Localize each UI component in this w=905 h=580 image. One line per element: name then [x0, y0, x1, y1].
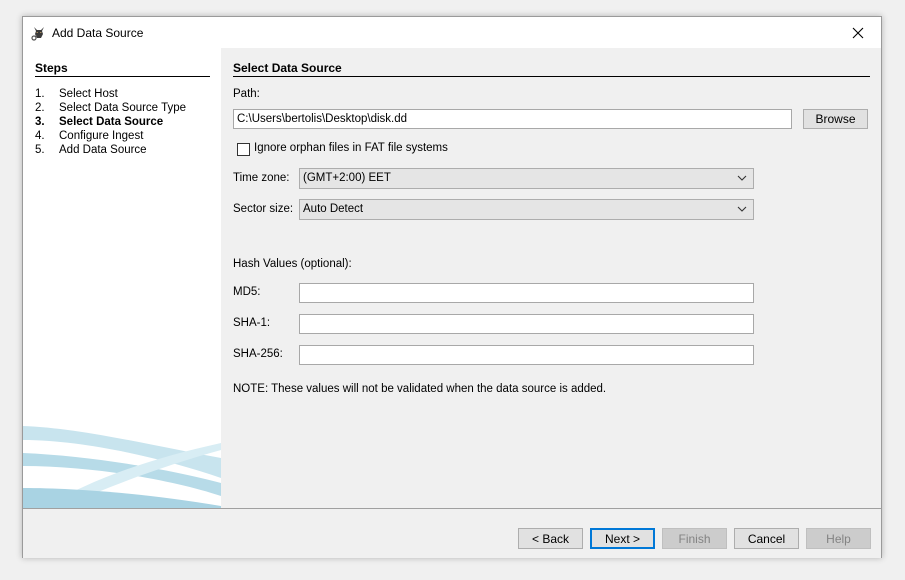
timezone-value: (GMT+2:00) EET [303, 172, 391, 184]
step-label: Select Host [59, 88, 118, 100]
chevron-down-icon [737, 175, 747, 181]
add-data-source-dialog: Add Data Source Steps 1. Select Host 2. Se… [22, 16, 882, 558]
steps-panel: Steps 1. Select Host 2. Select Data Source… [23, 48, 221, 508]
sector-size-select[interactable]: Auto Detect [299, 199, 754, 220]
close-icon [852, 27, 864, 38]
sha256-input[interactable] [299, 345, 754, 365]
steps-list: 1. Select Host 2. Select Data Source Type … [35, 87, 186, 157]
step-number: 1. [35, 88, 45, 100]
step-label: Select Data Source [59, 116, 164, 128]
step-number: 4. [35, 130, 45, 142]
step-label: Configure Ingest [59, 130, 144, 142]
dialog-title: Add Data Source [52, 26, 144, 40]
steps-heading: Steps [35, 61, 210, 77]
back-button[interactable]: < Back [518, 528, 583, 549]
title-bar: Add Data Source [23, 17, 881, 48]
ignore-orphan-label: Ignore orphan files in FAT file systems [254, 142, 448, 154]
browse-label: Browse [815, 112, 856, 126]
path-input[interactable]: C:\Users\bertolis\Desktop\disk.dd [233, 109, 792, 129]
step-number: 3. [35, 116, 45, 128]
sector-size-label: Sector size: [233, 203, 294, 215]
wizard-footer: < Back Next > Finish Cancel Help [23, 508, 881, 558]
timezone-label: Time zone: [233, 172, 290, 184]
cancel-button[interactable]: Cancel [734, 528, 799, 549]
step-select-data-source: 3. Select Data Source [35, 115, 186, 129]
step-label: Add Data Source [59, 144, 147, 156]
sha1-label: SHA-1: [233, 317, 271, 329]
help-button[interactable]: Help [806, 528, 871, 549]
close-button[interactable] [835, 17, 881, 48]
ignore-orphan-checkbox[interactable] [237, 143, 250, 156]
next-button[interactable]: Next > [590, 528, 655, 549]
sector-size-value: Auto Detect [303, 203, 364, 215]
step-select-host: 1. Select Host [35, 87, 186, 101]
finish-button[interactable]: Finish [662, 528, 727, 549]
hash-values-heading: Hash Values (optional): [233, 258, 352, 270]
step-select-data-source-type: 2. Select Data Source Type [35, 101, 186, 115]
browse-button[interactable]: Browse [803, 109, 868, 129]
autopsy-dog-icon [31, 27, 44, 41]
timezone-select[interactable]: (GMT+2:00) EET [299, 168, 754, 189]
validation-note: NOTE: These values will not be validated… [233, 383, 607, 395]
step-configure-ingest: 4. Configure Ingest [35, 129, 186, 143]
decorative-swoosh [23, 426, 221, 508]
sha256-label: SHA-256: [233, 348, 283, 360]
step-number: 5. [35, 144, 45, 156]
select-data-source-panel: Select Data Source Path: C:\Users\bertol… [221, 48, 881, 508]
step-add-data-source: 5. Add Data Source [35, 143, 186, 157]
path-label: Path: [233, 88, 260, 100]
section-title: Select Data Source [233, 61, 870, 77]
chevron-down-icon [737, 206, 747, 212]
md5-label: MD5: [233, 286, 261, 298]
sha1-input[interactable] [299, 314, 754, 334]
step-label: Select Data Source Type [59, 102, 186, 114]
step-number: 2. [35, 102, 45, 114]
md5-input[interactable] [299, 283, 754, 303]
